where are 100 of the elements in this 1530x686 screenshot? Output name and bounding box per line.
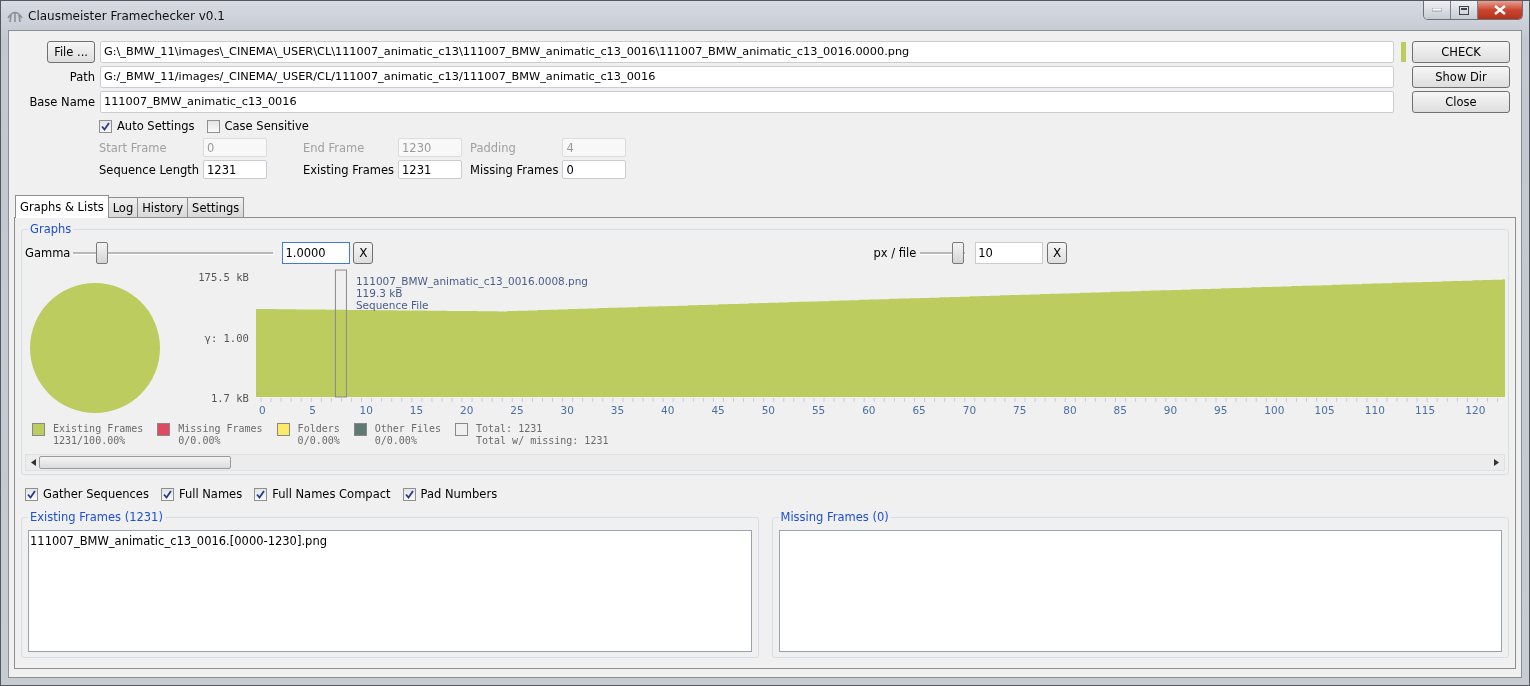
group-title: Missing Frames (0)	[778, 510, 891, 524]
axis-tick-label: 70	[962, 403, 976, 416]
axis-tick-label: 75	[1012, 403, 1027, 416]
tab[interactable]: History	[137, 197, 189, 217]
axis-tick-label: 50	[761, 403, 775, 416]
list-item[interactable]: 111007_BMW_animatic_c13_0016.[0000-1230].png	[30, 534, 750, 548]
axis-tick-label: 85	[1113, 403, 1127, 416]
legend-label: Missing Frames	[178, 423, 263, 434]
checkmark-icon	[162, 489, 172, 499]
maximize-icon	[1459, 5, 1469, 15]
checkbox-label: Auto Settings	[117, 119, 195, 133]
text-field[interactable]: 111007_BMW_animatic_c13_0016	[100, 90, 1394, 113]
legend-value: 0/0.00%	[297, 435, 340, 446]
scroll-left-icon	[31, 459, 36, 466]
gamma-field[interactable]: 1.0000	[282, 242, 351, 264]
field-label: Padding	[470, 140, 517, 155]
file-list[interactable]: 111007_BMW_animatic_c13_0016.[0000-1230].png	[28, 530, 752, 652]
action-button[interactable]: Show Dir	[1412, 66, 1510, 88]
legend-label: Other Files	[374, 423, 441, 434]
tooltip-text: 119.3 kB	[355, 287, 403, 300]
close-button[interactable]	[1478, 1, 1522, 19]
axis-tick-label: 105	[1314, 403, 1335, 416]
checkbox-label: Gather Sequences	[43, 487, 149, 501]
axis-tick-label: 55	[811, 403, 826, 416]
axis-label: 1.7 kB	[210, 392, 249, 404]
tab[interactable]: Settings	[187, 197, 245, 217]
px-per-file-field[interactable]: 10	[975, 242, 1044, 264]
axis-label: γ: 1.00	[204, 331, 249, 344]
axis-tick-label: 65	[912, 403, 926, 416]
axis-tick-label: 40	[660, 403, 675, 416]
group-title: Graphs	[28, 222, 74, 236]
tooltip-text: Sequence File	[355, 299, 429, 311]
checkbox-label: Pad Numbers	[420, 487, 498, 501]
maximize-button[interactable]	[1451, 1, 1478, 19]
checkbox[interactable]	[160, 487, 174, 501]
legend-value: Total w/ missing: 1231	[476, 435, 609, 446]
field-label: Base Name	[29, 94, 95, 109]
axis-tick-label: 15	[409, 403, 423, 416]
close-icon	[1494, 5, 1506, 15]
legend-value: 0/0.00%	[374, 435, 418, 446]
axis-tick-label: 30	[560, 403, 574, 416]
text-field[interactable]: G:/_BMW_11/images/_CINEMA/_USER/CL/111007_animatic_c13/111007_BMW_animatic_c13_0016	[100, 65, 1394, 88]
checkbox-label: Full Names Compact	[272, 487, 391, 501]
scroll-right-icon	[1494, 459, 1499, 466]
axis-tick-label: 0	[258, 403, 266, 416]
reset-button[interactable]: X	[353, 242, 374, 264]
axis-tick-label: 35	[610, 403, 625, 416]
axis-tick-label: 10	[359, 403, 373, 416]
group-title: Existing Frames (1231)	[28, 510, 165, 524]
checkbox[interactable]	[99, 119, 112, 133]
axis-tick-label: 90	[1163, 403, 1177, 416]
checkbox-label: Full Names	[178, 487, 243, 501]
axis-tick-label: 110	[1364, 403, 1385, 416]
action-button[interactable]: Close	[1412, 91, 1510, 113]
scrollbar-thumb[interactable]	[39, 456, 231, 469]
checkbox[interactable]	[254, 487, 268, 501]
legend-value: 1231/100.00%	[53, 435, 127, 446]
slider-label: px / file	[873, 246, 917, 260]
file-path-field[interactable]: G:\_BMW_11\images\_CINEMA\_USER\CL\111007_animatic_c13\111007_BMW_animatic_c13_0016\111007_BMW_animatic_c13_0016.0000.png	[100, 40, 1394, 63]
frame-cursor[interactable]	[334, 269, 347, 398]
slider-label: Gamma	[25, 246, 71, 260]
field-label: Sequence Length	[99, 162, 201, 177]
axis-tick-label: 120	[1465, 403, 1486, 416]
slider-thumb[interactable]	[951, 242, 964, 264]
checkmark-icon	[256, 489, 266, 499]
field-label: Existing Frames	[303, 162, 396, 177]
field-label: End Frame	[303, 140, 366, 155]
checkbox[interactable]	[402, 487, 416, 501]
axis-tick-label: 100	[1264, 403, 1285, 416]
axis-tick-label: 80	[1063, 403, 1077, 416]
horizontal-scrollbar[interactable]	[25, 454, 1505, 471]
tooltip-text: 111007_BMW_animatic_c13_0016.0008.png	[355, 275, 588, 288]
number-field[interactable]: 1231	[203, 160, 267, 179]
legend-value: 0/0.00%	[178, 435, 222, 446]
tab[interactable]: Graphs & Lists	[15, 195, 109, 218]
field-label: Path	[69, 69, 95, 84]
checkbox[interactable]	[25, 487, 38, 501]
number-field[interactable]: 1231	[398, 160, 463, 179]
file-button[interactable]: File ...	[47, 40, 95, 63]
axis-tick-label: 45	[711, 403, 725, 416]
axis-tick-label: 25	[510, 403, 524, 416]
checkbox[interactable]	[206, 119, 220, 133]
axis-tick-label: 5	[309, 403, 316, 416]
legend-label: Total: 1231	[476, 423, 544, 434]
number-field[interactable]: 0	[562, 160, 627, 179]
axis-tick-label: 60	[862, 403, 876, 416]
checkmark-icon	[101, 121, 110, 131]
axis-tick-label: 95	[1213, 403, 1228, 416]
slider-thumb[interactable]	[95, 242, 108, 264]
action-button[interactable]: CHECK	[1412, 41, 1510, 63]
minimize-icon	[1432, 8, 1442, 12]
field-label: Start Frame	[99, 140, 168, 155]
axis-label: 175.5 kB	[198, 271, 249, 283]
legend-label: Existing Frames	[53, 423, 144, 434]
axis-tick-label: 115	[1414, 403, 1435, 416]
axis-tick-label: 20	[459, 403, 474, 416]
checkbox-label: Case Sensitive	[224, 119, 309, 133]
checkmark-icon	[27, 489, 36, 499]
status-indicator	[1401, 41, 1406, 62]
reset-button[interactable]: X	[1047, 242, 1068, 264]
